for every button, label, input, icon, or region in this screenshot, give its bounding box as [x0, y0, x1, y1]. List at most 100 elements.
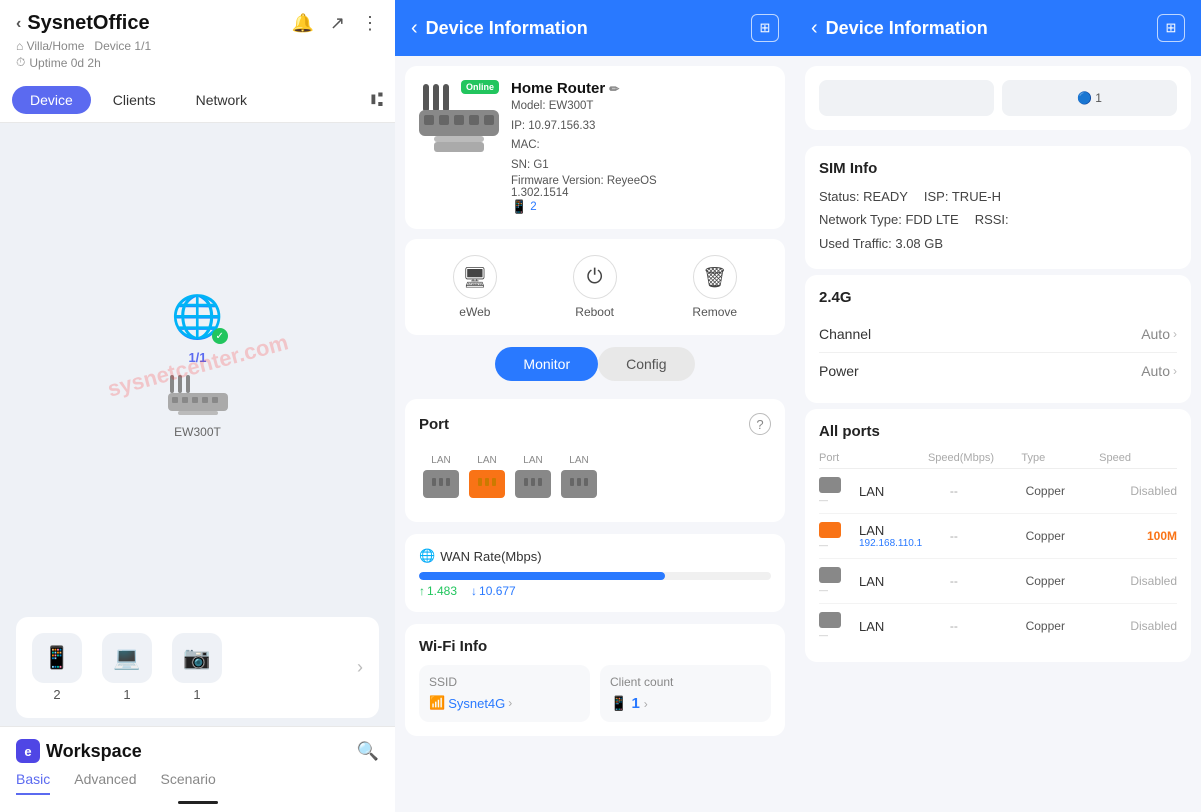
remove-action[interactable]: 🗑 Remove — [692, 255, 737, 319]
device-diagram: 🌐 ✓ 1/1 EW300T — [168, 293, 228, 439]
g24-section: 2.4G Channel Auto › Power Auto › — [805, 275, 1191, 403]
reboot-icon: ⏻ — [573, 255, 617, 299]
sim-traffic-row: Used Traffic: 3.08 GB — [819, 232, 1177, 255]
device-item-camera[interactable]: 📷 1 — [172, 633, 222, 702]
port-icon-gray-3 — [819, 567, 841, 583]
router-svg — [168, 373, 228, 417]
channel-setting[interactable]: Channel Auto › — [819, 316, 1177, 353]
tab-clients[interactable]: Clients — [95, 86, 174, 114]
upload-value: ↑ 1.483 — [419, 584, 457, 598]
port-row-4: — LAN -- Copper Disabled — [819, 604, 1177, 648]
wan-rate-title: 🌐 WAN Rate(Mbps) — [419, 548, 771, 564]
middle-back-icon[interactable]: ‹ — [411, 17, 418, 40]
port-row-2: — LAN 192.168.110.1 -- Copper 100M — [819, 514, 1177, 559]
more-icon[interactable]: ⋮ — [361, 13, 379, 34]
wifi-icon: 📶 — [429, 695, 445, 711]
chevron-right-icon-2: › — [644, 697, 648, 711]
wifi-grid: SSID 📶 Sysnet4G › Client count 📱 1 › — [419, 665, 771, 722]
middle-header: ‹ Device Information ⊞ — [395, 0, 795, 56]
device-item-laptop[interactable]: 💻 1 — [102, 633, 152, 702]
eweb-action[interactable]: 🖥 eWeb — [453, 255, 497, 319]
tab-device[interactable]: Device — [12, 86, 91, 114]
panel-header-icon[interactable]: ⊞ — [751, 14, 779, 42]
sim-section: SIM Info Status: READY ISP: TRUE-H Netwo… — [805, 146, 1191, 269]
sim-title: SIM Info — [819, 160, 1177, 177]
ports-table-header: Port Speed(Mbps) Type Speed — [819, 448, 1177, 469]
port-icon-orange — [819, 522, 841, 538]
port-row-3: — LAN -- Copper Disabled — [819, 559, 1177, 604]
bottom-tabs: Basic Advanced Scenario — [16, 771, 379, 795]
tab-network[interactable]: Network — [178, 86, 265, 114]
ssid-cell[interactable]: SSID 📶 Sysnet4G › — [419, 665, 590, 722]
device-label: EW300T — [174, 425, 221, 439]
eweb-icon: 🖥 — [453, 255, 497, 299]
ratio-badge: 1/1 — [188, 350, 206, 365]
port-row: LAN LAN LAN LAN — [419, 445, 771, 508]
share-icon[interactable]: ↗ — [330, 13, 345, 34]
online-badge: Online — [461, 80, 499, 94]
left-panel: ‹ SysnetOffice 🔔 ↗ ⋮ ⌂ Villa/Home Device… — [0, 0, 395, 812]
device-info-card: Online Home Router ✏ Model: EW300T IP: 1… — [405, 66, 785, 229]
upgrade-link[interactable]: 📱 2 — [511, 199, 657, 215]
action-row: 🖥 eWeb ⏻ Reboot 🗑 Remove — [405, 239, 785, 335]
port-block-gray-3[interactable] — [515, 470, 551, 498]
top-card-right: 🔵 1 — [1002, 80, 1177, 116]
client-icon: 📱 — [610, 695, 627, 712]
port-title: Port — [419, 416, 449, 433]
client-count-cell[interactable]: Client count 📱 1 › — [600, 665, 771, 722]
phone-icon: 📱 — [32, 633, 82, 683]
main-content: sysnetcenter.com 🌐 ✓ 1/1 EW300T — [0, 123, 395, 609]
tab-basic[interactable]: Basic — [16, 771, 50, 795]
g24-title: 2.4G — [819, 289, 1177, 306]
sim-network-row: Network Type: FDD LTE RSSI: — [819, 208, 1177, 231]
devices-row: 📱 2 💻 1 📷 1 › — [16, 617, 379, 718]
all-ports-title: All ports — [819, 423, 1177, 440]
globe-small-icon: 🌐 — [419, 548, 435, 564]
bottom-indicator — [178, 801, 218, 804]
wan-rate-card: 🌐 WAN Rate(Mbps) ↑ 1.483 ↓ 10.677 — [405, 534, 785, 612]
right-header: ‹ Device Information ⊞ — [795, 0, 1201, 56]
chevron-right-icon: › — [1173, 327, 1177, 341]
left-header: ‹ SysnetOffice 🔔 ↗ ⋮ ⌂ Villa/Home Device… — [0, 0, 395, 78]
bell-icon[interactable]: 🔔 — [291, 13, 313, 34]
sim-info-row: Status: READY ISP: TRUE-H — [819, 185, 1177, 208]
uptime: ⏱ Uptime 0d 2h — [16, 55, 379, 70]
middle-panel: ‹ Device Information ⊞ Online — [395, 0, 795, 812]
wifi-title: Wi-Fi Info — [419, 638, 771, 655]
edit-icon[interactable]: ✏ — [609, 82, 619, 96]
chevron-right-icon-2: › — [1173, 364, 1177, 378]
right-panel: ‹ Device Information ⊞ 🔵 1 SIM Info Stat… — [795, 0, 1201, 812]
clock-icon: ⏱ — [16, 55, 25, 70]
chevron-right-icon: › — [508, 696, 512, 710]
workspace-title: e Workspace — [16, 739, 142, 763]
port-icon-gray-1 — [819, 477, 841, 493]
config-button[interactable]: Config — [598, 347, 694, 381]
reboot-action[interactable]: ⏻ Reboot — [573, 255, 617, 319]
search-icon[interactable]: 🔍 — [357, 741, 379, 762]
arrow-right-icon[interactable]: › — [357, 657, 363, 678]
device-details: Home Router ✏ Model: EW300T IP: 10.97.15… — [511, 80, 657, 215]
laptop-icon: 💻 — [102, 633, 152, 683]
back-chevron-icon[interactable]: ‹ — [16, 15, 21, 33]
wifi-info-card: Wi-Fi Info SSID 📶 Sysnet4G › Client coun… — [405, 624, 785, 736]
port-section: Port ? LAN LAN LAN — [405, 399, 785, 522]
port-block-orange[interactable] — [469, 470, 505, 498]
download-value: ↓ 10.677 — [471, 584, 516, 598]
monitor-button[interactable]: Monitor — [495, 347, 598, 381]
tab-scenario[interactable]: Scenario — [161, 771, 216, 795]
workspace-icon: e — [16, 739, 40, 763]
tab-advanced[interactable]: Advanced — [74, 771, 136, 795]
right-back-icon[interactable]: ‹ — [811, 17, 818, 40]
router-image: Online — [419, 80, 499, 160]
wan-values: ↑ 1.483 ↓ 10.677 — [419, 584, 771, 598]
topology-icon[interactable]: ⑆ — [371, 89, 383, 112]
phone-small-icon: 📱 — [511, 199, 527, 215]
device-item-phone[interactable]: 📱 2 — [32, 633, 82, 702]
right-panel-header-icon[interactable]: ⊞ — [1157, 14, 1185, 42]
help-icon[interactable]: ? — [749, 413, 771, 435]
port-block-gray-4[interactable] — [561, 470, 597, 498]
all-ports-section: All ports Port Speed(Mbps) Type Speed — … — [805, 409, 1191, 662]
power-setting[interactable]: Power Auto › — [819, 353, 1177, 389]
port-block-gray-1[interactable] — [423, 470, 459, 498]
remove-icon: 🗑 — [693, 255, 737, 299]
